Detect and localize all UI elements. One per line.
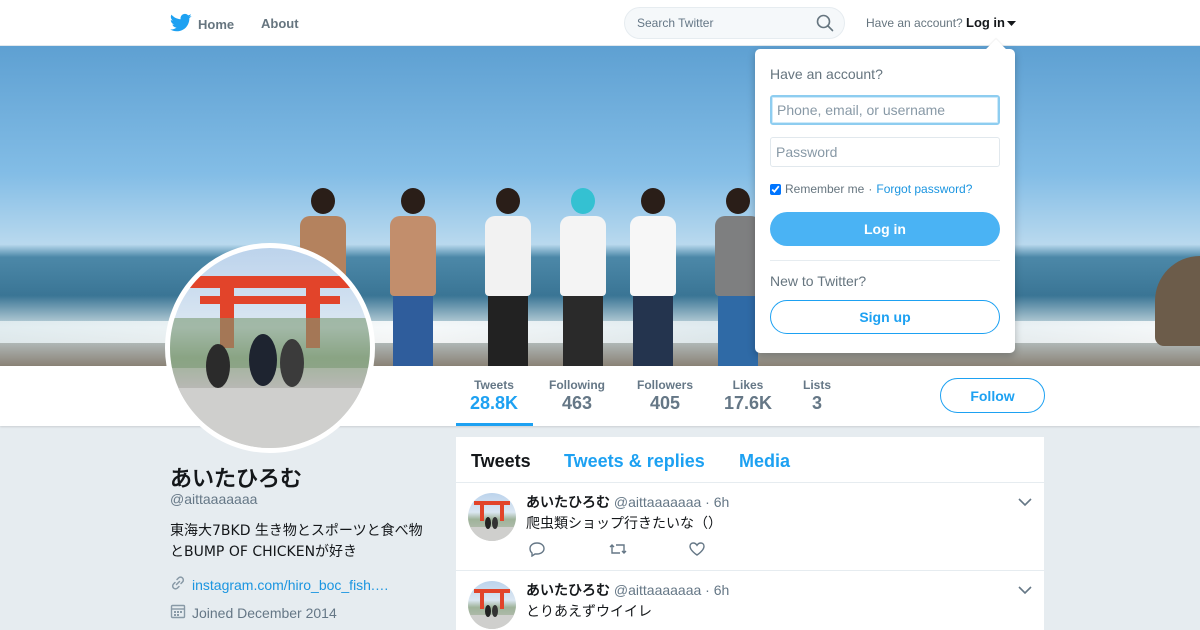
tab-tweets-replies[interactable]: Tweets & replies bbox=[564, 451, 705, 472]
stat-likes[interactable]: Likes 17.6K bbox=[723, 378, 773, 414]
stat-label: Likes bbox=[732, 378, 764, 392]
nav-home-link[interactable]: Home bbox=[170, 13, 234, 36]
tweet-avatar[interactable] bbox=[468, 581, 516, 629]
dropdown-divider bbox=[770, 260, 1000, 261]
stat-value: 405 bbox=[649, 393, 681, 413]
tweet-avatar[interactable] bbox=[468, 493, 516, 541]
login-menu-label: Log in bbox=[966, 15, 1005, 30]
chevron-down-icon[interactable] bbox=[1018, 494, 1032, 512]
stat-tweets[interactable]: Tweets 28.8K bbox=[470, 378, 518, 414]
link-icon bbox=[170, 575, 186, 594]
remember-me-label[interactable]: Remember me bbox=[785, 182, 864, 196]
tweet-header: あいたひろむ @aittaaaaaaa · 6h bbox=[526, 580, 729, 600]
profile-website[interactable]: instagram.com/hiro_boc_fish.… bbox=[170, 575, 389, 594]
stat-value: 28.8K bbox=[470, 393, 519, 413]
tweet-text: とりあえずウイイレ bbox=[526, 604, 652, 620]
tab-media[interactable]: Media bbox=[739, 451, 790, 472]
profile-bio: 東海大7BKD 生き物とスポーツと食べ物とBUMP OF CHICKENが好き bbox=[170, 523, 423, 560]
stat-label: Following bbox=[549, 378, 605, 392]
tweet-header: あいたひろむ @aittaaaaaaa · 6h bbox=[526, 492, 729, 512]
tab-tweets[interactable]: Tweets bbox=[471, 451, 531, 472]
stat-value: 3 bbox=[811, 393, 822, 413]
profile-avatar[interactable] bbox=[165, 243, 375, 453]
tweet-separator: · bbox=[705, 582, 710, 598]
stat-label: Tweets bbox=[474, 378, 514, 392]
calendar-icon bbox=[170, 603, 186, 622]
tweet-separator: · bbox=[705, 494, 710, 510]
search-input[interactable] bbox=[637, 16, 807, 30]
login-dropdown-title: Have an account? bbox=[770, 66, 883, 82]
login-button[interactable]: Log in bbox=[770, 212, 1000, 246]
tweet-author-handle[interactable]: @aittaaaaaaa bbox=[614, 494, 701, 510]
top-nav: Home About Have an account? Log in bbox=[0, 0, 1200, 46]
login-menu-toggle[interactable]: Log in bbox=[966, 15, 1016, 30]
tweet-author-name[interactable]: あいたひろむ bbox=[526, 495, 610, 511]
remember-separator: · bbox=[868, 182, 873, 196]
search-icon[interactable] bbox=[816, 14, 834, 37]
nav-about-link[interactable]: About bbox=[261, 16, 299, 31]
tweet-timestamp[interactable]: 6h bbox=[714, 582, 730, 598]
banner-person bbox=[560, 188, 606, 366]
tweet-timestamp[interactable]: 6h bbox=[714, 494, 730, 510]
caret-down-icon bbox=[1007, 15, 1016, 30]
tweet[interactable]: あいたひろむ @aittaaaaaaa · 6h 爬虫類ショップ行きたいな（） bbox=[456, 483, 1044, 571]
chevron-down-icon[interactable] bbox=[1018, 582, 1032, 600]
profile-name[interactable]: あいたひろむ bbox=[170, 461, 302, 493]
new-to-twitter-text: New to Twitter? bbox=[770, 273, 867, 289]
tweet[interactable]: あいたひろむ @aittaaaaaaa · 6h とりあえずウイイレ bbox=[456, 571, 1044, 630]
stat-followers[interactable]: Followers 405 bbox=[634, 378, 696, 414]
signup-button[interactable]: Sign up bbox=[770, 300, 1000, 334]
tweet-text: 爬虫類ショップ行きたいな（） bbox=[526, 516, 722, 532]
search-box bbox=[624, 7, 845, 39]
stat-label: Lists bbox=[802, 378, 831, 392]
stat-value: 17.6K bbox=[723, 393, 773, 413]
active-stat-indicator bbox=[456, 423, 533, 426]
stat-label: Followers bbox=[636, 378, 693, 392]
profile-joined: Joined December 2014 bbox=[170, 603, 337, 622]
have-account-text: Have an account? bbox=[866, 16, 963, 30]
stat-following[interactable]: Following 463 bbox=[546, 378, 608, 414]
profile-handle[interactable]: @aittaaaaaaa bbox=[170, 491, 257, 507]
reply-icon[interactable] bbox=[528, 541, 608, 562]
avatar-photo bbox=[170, 276, 370, 448]
stat-lists[interactable]: Lists 3 bbox=[801, 378, 833, 414]
timeline-tabs: Tweets Tweets & replies Media bbox=[456, 437, 1044, 483]
banner-rock bbox=[1155, 256, 1200, 346]
remember-me-row: Remember me · Forgot password? bbox=[770, 182, 972, 196]
stat-value: 463 bbox=[561, 393, 593, 413]
retweet-icon[interactable] bbox=[608, 541, 688, 562]
twitter-bird-icon bbox=[170, 13, 192, 36]
username-field[interactable] bbox=[770, 95, 1000, 125]
banner-person bbox=[485, 188, 531, 366]
profile-website-label: instagram.com/hiro_boc_fish.… bbox=[192, 576, 389, 593]
login-dropdown: Have an account? Remember me · Forgot pa… bbox=[755, 39, 1015, 353]
remember-me-checkbox[interactable] bbox=[770, 183, 781, 195]
password-field[interactable] bbox=[770, 137, 1000, 167]
nav-home-label: Home bbox=[198, 17, 235, 32]
banner-person bbox=[630, 188, 676, 366]
timeline: Tweets Tweets & replies Media あいたひろむ @ai… bbox=[456, 437, 1044, 630]
forgot-password-link[interactable]: Forgot password? bbox=[876, 182, 972, 196]
banner-person bbox=[390, 188, 436, 366]
tweet-actions bbox=[528, 541, 768, 562]
like-icon[interactable] bbox=[688, 541, 768, 562]
tweet-author-name[interactable]: あいたひろむ bbox=[526, 583, 610, 599]
follow-button[interactable]: Follow bbox=[940, 378, 1045, 413]
profile-joined-label: Joined December 2014 bbox=[192, 604, 337, 621]
tweet-author-handle[interactable]: @aittaaaaaaa bbox=[614, 582, 701, 598]
